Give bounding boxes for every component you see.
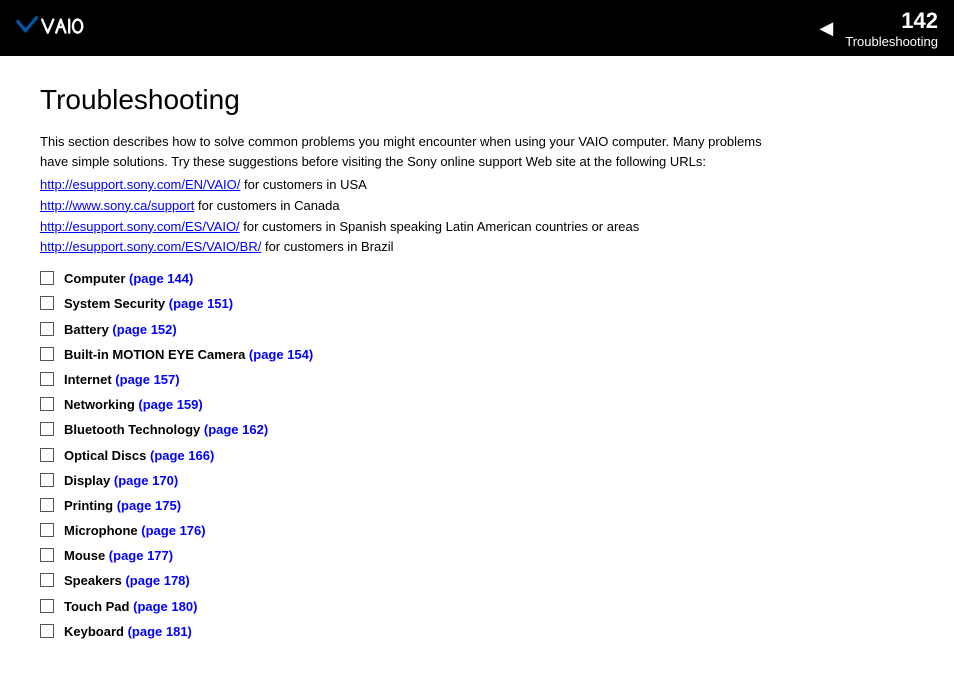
checkbox-icon: [40, 498, 54, 512]
checkbox-icon: [40, 523, 54, 537]
list-item: Optical Discs (page 166): [40, 447, 914, 465]
intro-line2: have simple solutions. Try these suggest…: [40, 154, 706, 169]
item-page-link[interactable]: (page 144): [129, 271, 193, 286]
header: ◀ 142 Troubleshooting: [0, 0, 954, 56]
list-item: Touch Pad (page 180): [40, 598, 914, 616]
list-item: Microphone (page 176): [40, 522, 914, 540]
list-item: Mouse (page 177): [40, 547, 914, 565]
item-page-link[interactable]: (page 180): [133, 599, 197, 614]
url-line-3: http://esupport.sony.com/ES/VAIO/ for cu…: [40, 217, 914, 238]
checkbox-icon: [40, 372, 54, 386]
header-section-label: 142 Troubleshooting: [845, 8, 938, 49]
item-label: Speakers (page 178): [64, 572, 190, 590]
list-item: Printing (page 175): [40, 497, 914, 515]
topics-list: Computer (page 144) System Security (page…: [40, 270, 914, 641]
item-label: Microphone (page 176): [64, 522, 206, 540]
item-label: Battery (page 152): [64, 321, 177, 339]
item-label: System Security (page 151): [64, 295, 233, 313]
item-page-link[interactable]: (page 157): [115, 372, 179, 387]
checkbox-icon: [40, 347, 54, 361]
list-item: Networking (page 159): [40, 396, 914, 414]
checkbox-icon: [40, 397, 54, 411]
list-item: Speakers (page 178): [40, 572, 914, 590]
item-page-link[interactable]: (page 159): [138, 397, 202, 412]
list-item: System Security (page 151): [40, 295, 914, 313]
checkbox-icon: [40, 422, 54, 436]
item-page-link[interactable]: (page 181): [128, 624, 192, 639]
item-page-link[interactable]: (page 154): [249, 347, 313, 362]
header-right: ◀ 142 Troubleshooting: [819, 8, 938, 49]
list-item: Internet (page 157): [40, 371, 914, 389]
checkbox-icon: [40, 599, 54, 613]
item-page-link[interactable]: (page 151): [169, 296, 233, 311]
url-latin-america[interactable]: http://esupport.sony.com/ES/VAIO/: [40, 219, 240, 234]
header-arrow: ◀: [819, 18, 833, 39]
url-block: http://esupport.sony.com/EN/VAIO/ for cu…: [40, 175, 914, 258]
url-canada[interactable]: http://www.sony.ca/support: [40, 198, 194, 213]
url-usa[interactable]: http://esupport.sony.com/EN/VAIO/: [40, 177, 240, 192]
main-content: Troubleshooting This section describes h…: [0, 56, 954, 668]
item-page-link[interactable]: (page 176): [141, 523, 205, 538]
item-label: Mouse (page 177): [64, 547, 173, 565]
item-label: Networking (page 159): [64, 396, 203, 414]
item-page-link[interactable]: (page 177): [109, 548, 173, 563]
checkbox-icon: [40, 448, 54, 462]
checkbox-icon: [40, 473, 54, 487]
item-page-link[interactable]: (page 166): [150, 448, 214, 463]
vaio-logo: [16, 14, 109, 42]
checkbox-icon: [40, 271, 54, 285]
item-label: Internet (page 157): [64, 371, 180, 389]
list-item: Built-in MOTION EYE Camera (page 154): [40, 346, 914, 364]
url-line-4: http://esupport.sony.com/ES/VAIO/BR/ for…: [40, 237, 914, 258]
item-label: Bluetooth Technology (page 162): [64, 421, 268, 439]
list-item: Keyboard (page 181): [40, 623, 914, 641]
list-item: Display (page 170): [40, 472, 914, 490]
item-label: Computer (page 144): [64, 270, 193, 288]
item-label: Built-in MOTION EYE Camera (page 154): [64, 346, 313, 364]
item-label: Display (page 170): [64, 472, 178, 490]
url-latin-suffix: for customers in Spanish speaking Latin …: [240, 219, 640, 234]
checkbox-icon: [40, 548, 54, 562]
item-label: Printing (page 175): [64, 497, 181, 515]
url-canada-suffix: for customers in Canada: [194, 198, 339, 213]
item-label: Optical Discs (page 166): [64, 447, 214, 465]
item-page-link[interactable]: (page 170): [114, 473, 178, 488]
url-brazil[interactable]: http://esupport.sony.com/ES/VAIO/BR/: [40, 239, 261, 254]
checkbox-icon: [40, 322, 54, 336]
item-page-link[interactable]: (page 152): [112, 322, 176, 337]
list-item: Battery (page 152): [40, 321, 914, 339]
url-line-2: http://www.sony.ca/support for customers…: [40, 196, 914, 217]
section-title: Troubleshooting: [845, 34, 938, 49]
checkbox-icon: [40, 624, 54, 638]
checkbox-icon: [40, 296, 54, 310]
url-line-1: http://esupport.sony.com/EN/VAIO/ for cu…: [40, 175, 914, 196]
checkbox-icon: [40, 573, 54, 587]
url-usa-suffix: for customers in USA: [240, 177, 366, 192]
page-number: 142: [901, 8, 938, 34]
item-page-link[interactable]: (page 175): [117, 498, 181, 513]
item-page-link[interactable]: (page 178): [125, 573, 189, 588]
item-page-link[interactable]: (page 162): [204, 422, 268, 437]
url-brazil-suffix: for customers in Brazil: [261, 239, 393, 254]
item-label: Keyboard (page 181): [64, 623, 192, 641]
intro-block: This section describes how to solve comm…: [40, 132, 914, 171]
intro-line1: This section describes how to solve comm…: [40, 134, 762, 149]
page-title: Troubleshooting: [40, 84, 914, 116]
list-item: Computer (page 144): [40, 270, 914, 288]
list-item: Bluetooth Technology (page 162): [40, 421, 914, 439]
item-label: Touch Pad (page 180): [64, 598, 197, 616]
